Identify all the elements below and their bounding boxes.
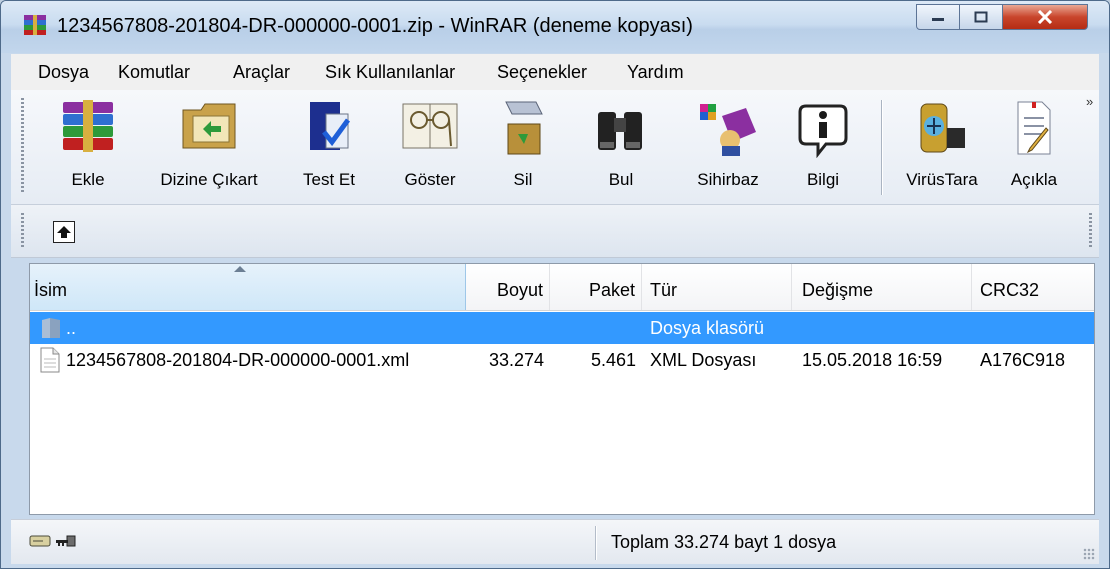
list-item-parent-folder[interactable]: .. Dosya klasörü	[30, 312, 1094, 344]
item-packed: 5.461	[590, 350, 636, 370]
toolbar-button-test-et[interactable]: Test Et	[289, 90, 369, 200]
navigation-bar	[11, 205, 1099, 258]
close-icon	[1037, 10, 1053, 24]
toolbar-button-sil[interactable]: Sil	[493, 90, 553, 200]
menu-bar: Dosya Komutlar Araçlar Sık Kullanılanlar…	[11, 54, 1099, 91]
column-header-label: CRC32	[980, 280, 1040, 300]
toolbar-label: Sil	[513, 170, 533, 189]
comment-icon	[1017, 101, 1051, 155]
toolbar-button-bul[interactable]: Bul	[583, 90, 659, 200]
toolbar-label: VirüsTara	[906, 170, 978, 189]
column-header-label: Değişme	[802, 280, 874, 300]
menu-sik-kullanilanlar[interactable]: Sık Kullanılanlar	[325, 62, 455, 83]
item-name: ..	[66, 318, 77, 338]
sort-ascending-icon	[234, 266, 246, 272]
minimize-icon	[932, 18, 944, 21]
column-header-label: Boyut	[496, 280, 543, 300]
toolbar-button-ekle[interactable]: Ekle	[51, 90, 125, 200]
toolbar: Ekle Dizine Çıkart Test Et Göster Sil Bu…	[11, 90, 1099, 205]
winrar-window: 1234567808-201804-DR-000000-0001.zip - W…	[0, 0, 1110, 569]
title-bar[interactable]: 1234567808-201804-DR-000000-0001.zip - W…	[1, 1, 1109, 53]
toolbar-label: Sihirbaz	[697, 170, 759, 189]
toolbar-separator	[881, 100, 882, 195]
minimize-button[interactable]	[916, 4, 960, 30]
list-item-file[interactable]: 1234567808-201804-DR-000000-0001.xml 33.…	[30, 344, 1094, 376]
status-bar: Toplam 33.274 bayt 1 dosya	[11, 519, 1099, 564]
navbar-grip-right[interactable]	[1089, 213, 1092, 249]
column-header-packed[interactable]: Paket	[550, 264, 642, 310]
item-type: XML Dosyası	[650, 350, 757, 370]
item-type: Dosya klasörü	[650, 318, 765, 338]
menu-yardim[interactable]: Yardım	[627, 62, 684, 83]
wizard-icon	[700, 104, 756, 156]
status-text: Toplam 33.274 bayt 1 dosya	[611, 532, 837, 552]
toolbar-label: Dizine Çıkart	[160, 170, 258, 189]
up-one-level-button[interactable]	[53, 221, 75, 243]
test-checkmark-icon	[310, 102, 351, 150]
column-header-label: İsim	[34, 280, 67, 300]
find-binoculars-icon	[598, 112, 642, 150]
toolbar-label: Bul	[608, 170, 634, 189]
toolbar-button-acikla[interactable]: Açıkla	[997, 90, 1071, 200]
add-books-icon	[63, 100, 113, 152]
item-modified: 15.05.2018 16:59	[802, 350, 943, 370]
toolbar-button-virus-tara[interactable]: VirüsTara	[895, 90, 989, 200]
item-crc32: A176C918	[980, 350, 1066, 370]
toolbar-label: Açıkla	[1010, 170, 1058, 189]
column-header-size[interactable]: Boyut	[466, 264, 550, 310]
delete-recycle-icon	[505, 101, 543, 155]
folder-icon	[42, 318, 60, 338]
file-icon	[40, 347, 60, 373]
menu-secenekler[interactable]: Seçenekler	[497, 62, 587, 83]
toolbar-grip[interactable]	[21, 98, 24, 194]
maximize-button[interactable]	[959, 4, 1003, 30]
navbar-grip[interactable]	[21, 213, 24, 249]
resize-grip[interactable]	[1083, 548, 1095, 560]
up-one-level-icon	[57, 226, 71, 238]
close-button[interactable]	[1002, 4, 1088, 30]
column-header-label: Paket	[588, 280, 635, 300]
status-separator	[595, 526, 596, 560]
column-header-name[interactable]: İsim	[30, 264, 466, 310]
drive-icon[interactable]	[29, 534, 51, 548]
maximize-icon	[974, 11, 988, 23]
file-list[interactable]: İsim Boyut Paket Tür Değişme CRC32 .. Do…	[29, 263, 1095, 515]
column-header-modified[interactable]: Değişme	[792, 264, 972, 310]
info-icon	[798, 104, 848, 158]
window-title: 1234567808-201804-DR-000000-0001.zip - W…	[57, 15, 693, 37]
item-size: 33.274	[488, 350, 544, 370]
column-header-type[interactable]: Tür	[642, 264, 792, 310]
toolbar-label: Göster	[404, 170, 456, 189]
winrar-books-icon	[24, 15, 46, 35]
item-name: 1234567808-201804-DR-000000-0001.xml	[66, 350, 410, 370]
toolbar-button-goster[interactable]: Göster	[385, 90, 475, 200]
column-header-row: İsim Boyut Paket Tür Değişme CRC32	[30, 264, 1094, 311]
toolbar-label: Test Et	[303, 170, 355, 189]
menu-dosya[interactable]: Dosya	[38, 62, 89, 83]
menu-komutlar[interactable]: Komutlar	[118, 62, 190, 83]
virus-scan-icon	[920, 103, 965, 153]
toolbar-button-bilgi[interactable]: Bilgi	[787, 90, 859, 200]
view-glasses-icon	[402, 103, 458, 149]
toolbar-label: Bilgi	[806, 170, 840, 189]
key-icon[interactable]	[55, 534, 77, 548]
column-header-crc32[interactable]: CRC32	[972, 264, 1094, 310]
column-header-label: Tür	[650, 280, 677, 300]
extract-folder-icon	[182, 103, 236, 149]
toolbar-button-dizine-cikart[interactable]: Dizine Çıkart	[143, 90, 275, 200]
toolbar-label: Ekle	[71, 170, 105, 189]
toolbar-overflow-chevron[interactable]: »	[1086, 94, 1093, 109]
menu-araclar[interactable]: Araçlar	[233, 62, 290, 83]
toolbar-button-sihirbaz[interactable]: Sihirbaz	[683, 90, 773, 200]
